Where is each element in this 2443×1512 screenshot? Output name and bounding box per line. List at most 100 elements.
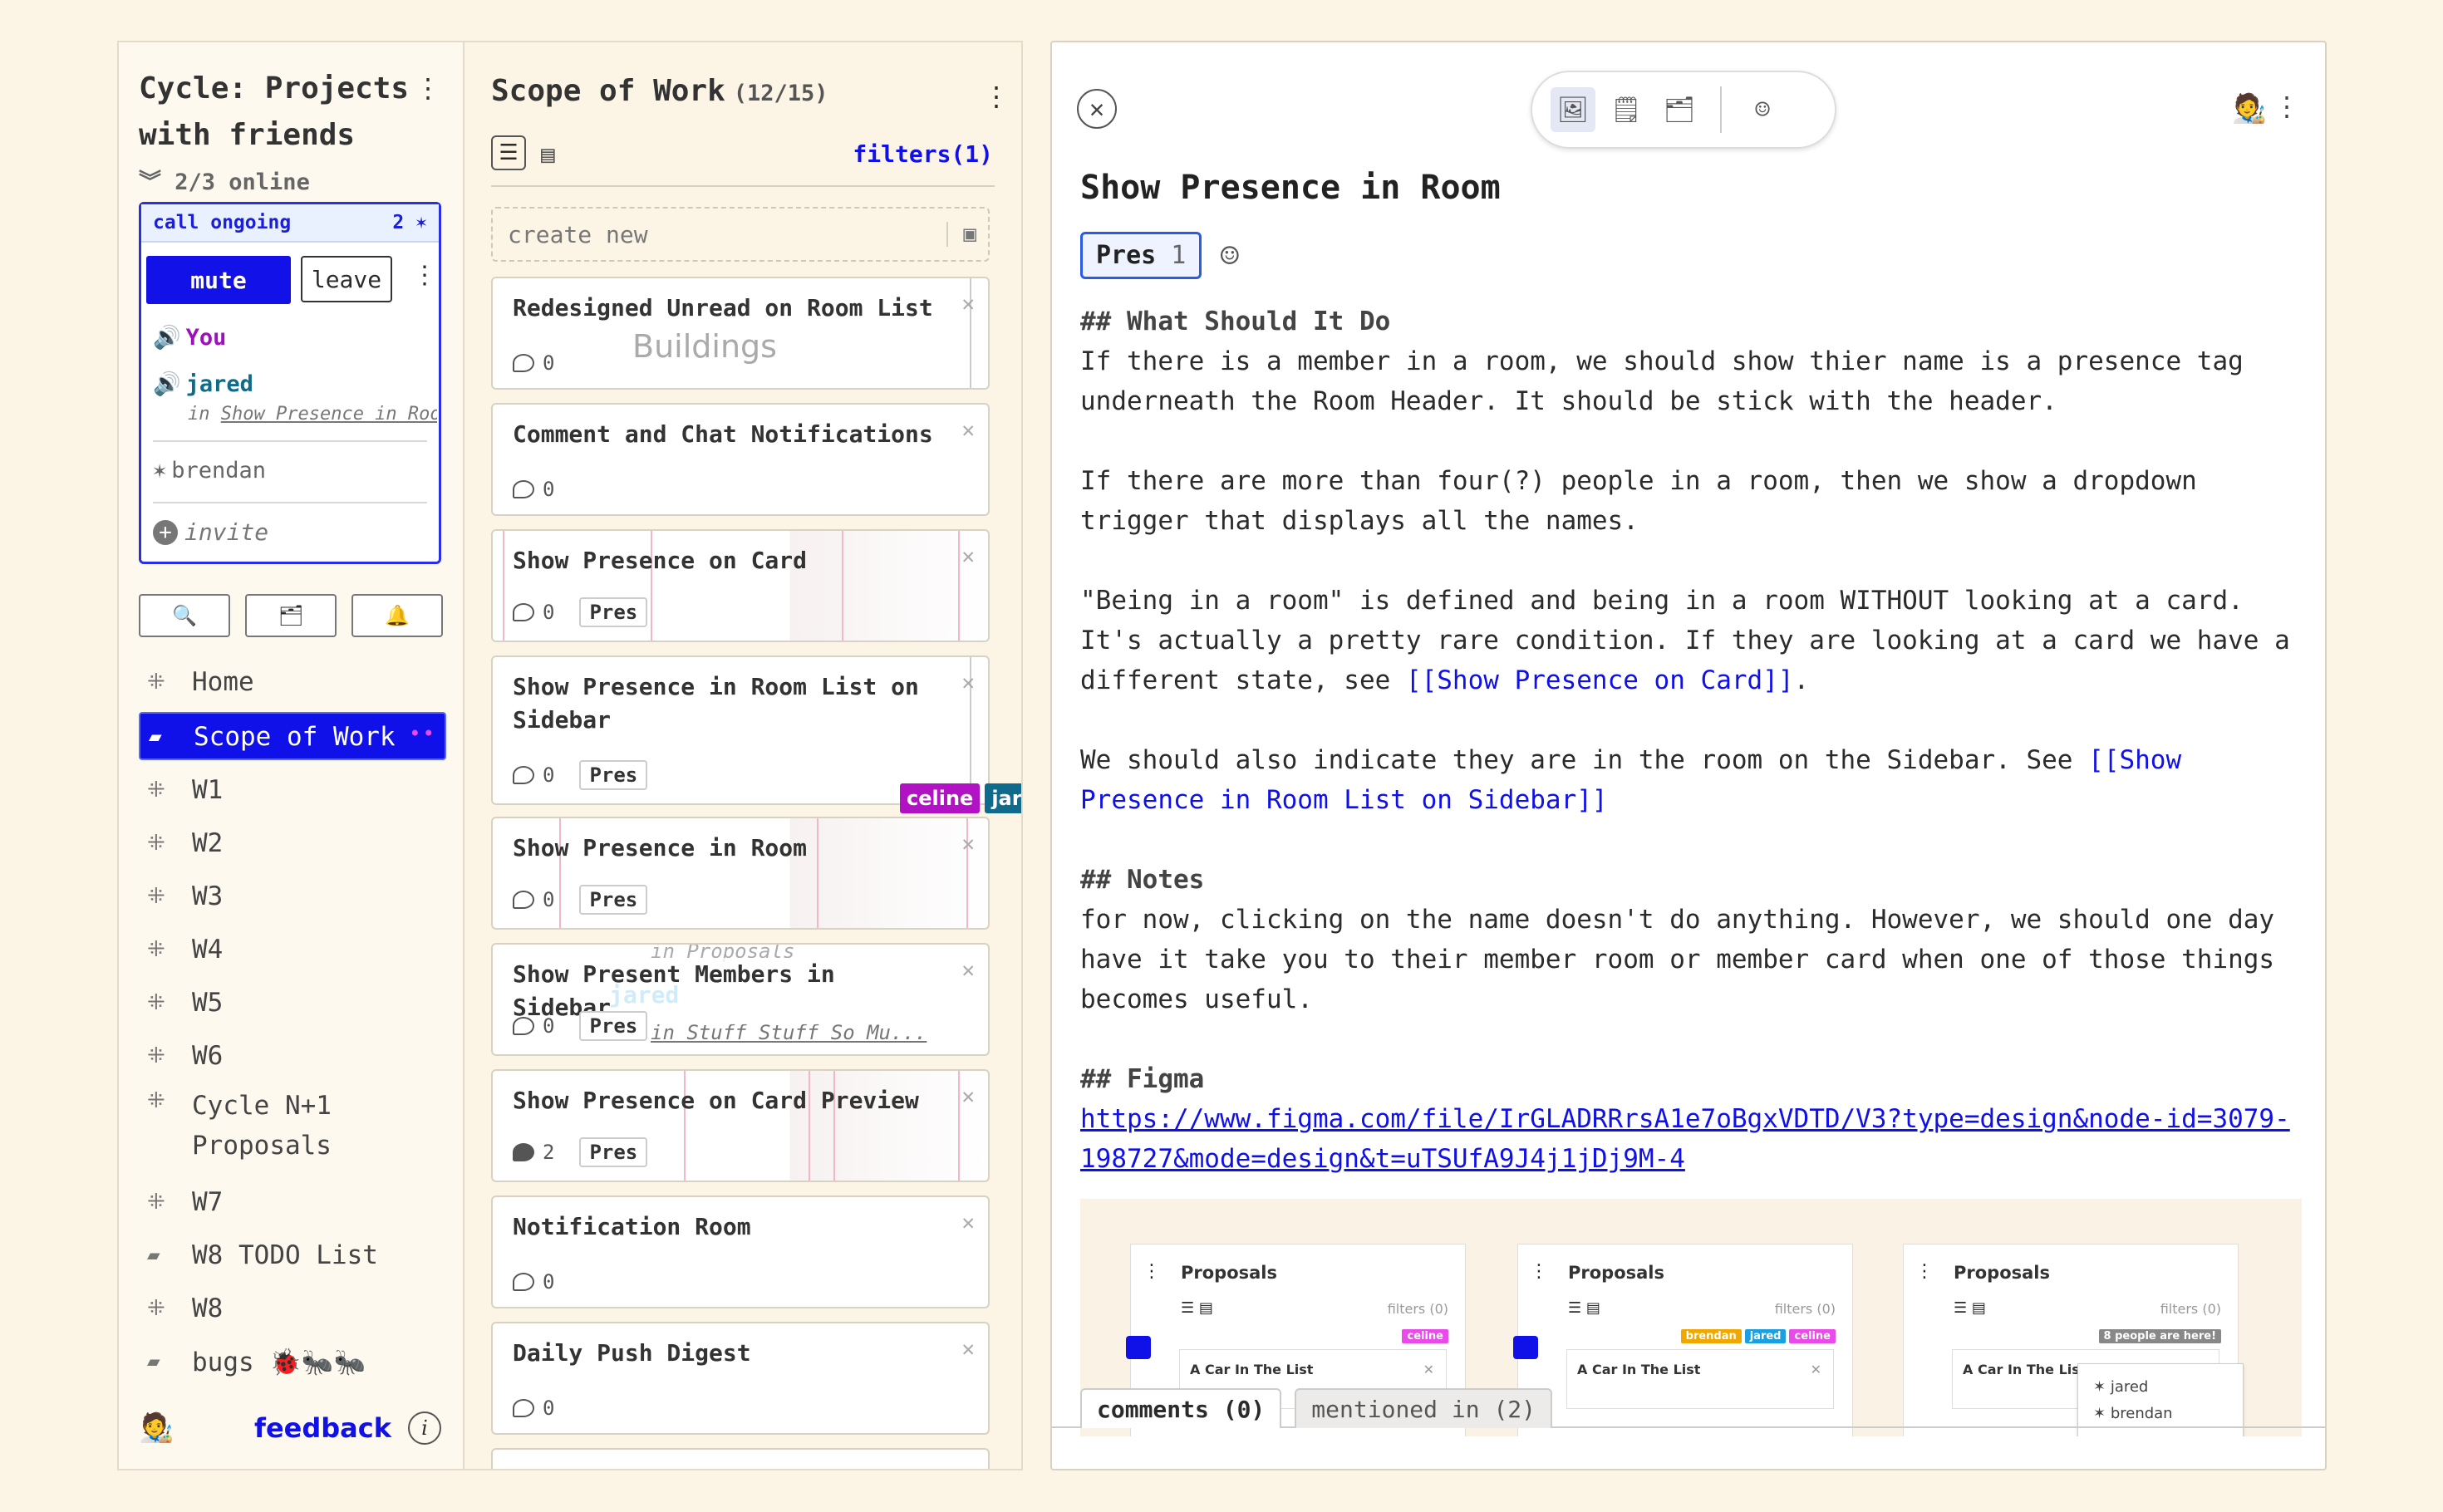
nav-item-scope-of-work[interactable]: ▰ Scope of Work •• (139, 712, 446, 760)
call-member-brendan[interactable]: ✶ brendan (153, 458, 266, 484)
close-icon[interactable]: ✕ (1077, 89, 1117, 129)
list-title[interactable]: Scope of Work (12/15) (491, 74, 828, 108)
sparkle-icon: ✶ (415, 212, 427, 233)
room-nav: ⁜ Home ▰ Scope of Work •• ⁜ W1 ⁜ W2 ⁜ W3 ⁜ W4 ⁜… (139, 655, 446, 1388)
comment-icon (513, 766, 534, 784)
card-list-column: Scope of Work (12/15) ⋮ ☰ ▤ filters(1) cr… (463, 41, 1023, 1470)
close-icon[interactable]: ✕ (961, 670, 975, 695)
filters-button[interactable]: filters(1) (853, 140, 993, 168)
add-tag-icon[interactable]: ☺ (1220, 238, 1239, 274)
detail-tabs: comments (0) mentioned in (2) (1080, 1388, 1553, 1428)
grid-icon: ⁜ (147, 670, 165, 695)
grid-icon: ⁜ (147, 937, 165, 962)
tag-pres: Pres (579, 1011, 648, 1041)
cycle-title[interactable]: Cycle: Projects with friends (139, 66, 421, 159)
nav-item-w5[interactable]: ⁜ W5 (139, 976, 446, 1029)
close-icon[interactable]: ✕ (961, 958, 975, 983)
comment-count: 0 Pres (513, 1011, 648, 1041)
call-member-jared[interactable]: 🔊 jared (153, 371, 253, 398)
create-new-input[interactable]: create new ▣ (491, 207, 990, 262)
close-icon[interactable]: ✕ (961, 1337, 975, 1362)
list-view-icon[interactable]: ☰ (491, 135, 526, 170)
close-icon[interactable]: ✕ (961, 832, 975, 857)
speaker-icon: 🔊 (153, 371, 181, 397)
card-show-present-members-sidebar[interactable]: in Proposals jared in Stuff Stuff So Mu.… (491, 943, 990, 1056)
card-body[interactable]: ## What Should It Do If there is a membe… (1080, 302, 2293, 1179)
card-partial[interactable] (491, 1448, 990, 1469)
leave-button[interactable]: leave (301, 256, 392, 302)
card-presence-tags: celine jared (900, 783, 1021, 813)
card-menu-icon[interactable]: ⋮ (2273, 91, 2300, 122)
search-button[interactable]: 🔍 (139, 594, 230, 637)
presence-tag-jared[interactable]: jared (985, 783, 1021, 813)
jared-location[interactable]: in Show Presence in Room (188, 404, 437, 425)
comment-count: 0 (513, 1270, 554, 1294)
comment-icon (513, 354, 534, 372)
figma-presence-dropdown: ✶ jared ✶ brendan (2077, 1363, 2244, 1436)
grid-view-icon[interactable]: ▤ (541, 140, 555, 168)
card-daily-push-digest[interactable]: Daily Push Digest ✕ 0 (491, 1322, 990, 1435)
figma-panel: ⋮ Proposals ☰ ▤ filters (0) brendan jared… (1513, 1244, 1853, 1436)
move-card-icon[interactable]: 🗂 (1657, 87, 1702, 132)
card-show-presence-card-preview[interactable]: Show Presence on Card Preview ✕ 2 Pres (491, 1069, 990, 1182)
tab-mentioned-in[interactable]: mentioned in (2) (1295, 1388, 1553, 1428)
online-count[interactable]: ︾ 2/3 online (139, 164, 310, 196)
close-icon[interactable]: ✕ (961, 544, 975, 569)
nav-item-w8-todo[interactable]: ▰ W8 TODO List (139, 1229, 446, 1282)
figma-link[interactable]: https://www.figma.com/file/IrGLADRRrsA1e… (1080, 1104, 2290, 1174)
close-icon[interactable]: ✕ (961, 292, 975, 317)
nav-item-w4[interactable]: ⁜ W4 (139, 923, 446, 976)
close-icon[interactable]: ✕ (961, 1084, 975, 1109)
card-toolbar: 🖼 🗒 🗂 ☺ (1531, 71, 1836, 149)
nav-item-home[interactable]: ⁜ Home (139, 655, 446, 709)
info-icon[interactable]: i (408, 1411, 441, 1445)
image-upload-icon[interactable]: ▣ (946, 222, 976, 247)
tab-comments[interactable]: comments (0) (1080, 1388, 1282, 1428)
card-show-presence-in-room[interactable]: Show Presence in Room ✕ 0 Pres (491, 817, 990, 930)
card-comment-chat-notifications[interactable]: Comment and Chat Notifications ✕ 0 (491, 403, 990, 516)
tag-pres: Pres (579, 597, 648, 627)
call-participant-count: 2 ✶ (392, 212, 427, 233)
close-icon[interactable]: ✕ (961, 418, 975, 443)
feedback-link[interactable]: feedback (254, 1412, 391, 1444)
user-avatar-icon[interactable]: 🧑‍🎨 (139, 1411, 174, 1445)
grid-icon: ⁜ (147, 1296, 165, 1321)
paragraph: If there is a member in a room, we shoul… (1080, 346, 2244, 416)
nav-item-w1[interactable]: ⁜ W1 (139, 763, 446, 817)
notifications-button[interactable]: 🔔 (351, 594, 443, 637)
card-show-presence-on-card[interactable]: Show Presence on Card ✕ 0 Pres (491, 529, 990, 642)
tag-pres[interactable]: Pres 1 (1080, 232, 1202, 279)
grid-icon: ⁜ (147, 778, 165, 803)
nav-item-w8[interactable]: ⁜ W8 (139, 1282, 446, 1335)
card-stack-button[interactable]: 🗂 (245, 594, 337, 637)
invite-button[interactable]: + invite (153, 518, 268, 546)
comment-icon (513, 891, 534, 909)
grid-icon: ⁜ (147, 1043, 165, 1068)
card-title[interactable]: Show Presence in Room (1080, 169, 1501, 207)
card-icon[interactable]: 🗒 (1604, 87, 1649, 132)
mute-button[interactable]: mute (146, 256, 291, 304)
heading: ## What Should It Do (1080, 307, 1391, 336)
nav-item-bugs[interactable]: ▰ bugs 🐞🐜🐜 (139, 1335, 446, 1388)
call-menu-icon[interactable]: ⋮ (412, 261, 437, 290)
card-show-presence-room-list-sidebar[interactable]: Show Presence in Room List on Sidebar ✕ … (491, 655, 990, 805)
presence-tag-celine[interactable]: celine (900, 783, 981, 813)
card-link[interactable]: [[Show Presence on Card]] (1406, 665, 1794, 695)
list-menu-icon[interactable]: ⋮ (983, 81, 1010, 112)
nav-item-cycle-n1-proposals[interactable]: ⁜ Cycle N+1 Proposals (139, 1082, 446, 1176)
image-icon[interactable]: 🖼 (1551, 87, 1595, 132)
comment-count: 0 Pres (513, 760, 648, 790)
sidebar-menu-icon[interactable]: ⋮ (415, 72, 441, 104)
card-redesigned-unread[interactable]: Buildings Redesigned Unread on Room List… (491, 277, 990, 390)
nav-item-w2[interactable]: ⁜ W2 (139, 817, 446, 870)
call-member-you[interactable]: 🔊 You (153, 324, 226, 351)
nav-item-w3[interactable]: ⁜ W3 (139, 870, 446, 923)
cards-icon: ▰ (149, 724, 162, 749)
nav-item-w6[interactable]: ⁜ W6 (139, 1029, 446, 1082)
add-member-icon[interactable]: ☺ (1740, 87, 1785, 132)
grid-icon: ⁜ (147, 884, 165, 909)
creator-avatar-icon[interactable]: 🧑‍🎨 (2232, 92, 2267, 125)
close-icon[interactable]: ✕ (961, 1210, 975, 1235)
nav-item-w7[interactable]: ⁜ W7 (139, 1176, 446, 1229)
card-notification-room[interactable]: Notification Room ✕ 0 (491, 1195, 990, 1308)
